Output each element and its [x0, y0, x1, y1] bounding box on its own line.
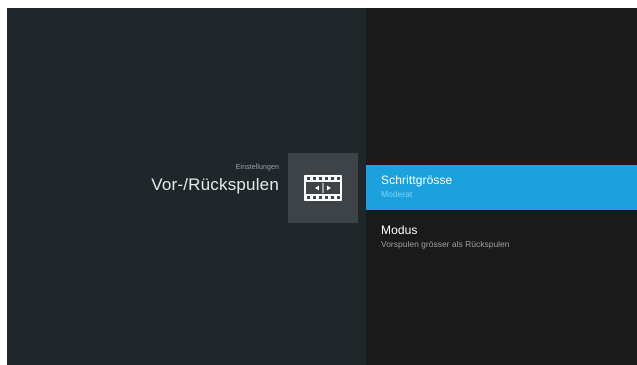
menu-item-value: Vorspulen grösser als Rückspulen [381, 239, 510, 249]
menu-item-value: Moderat [381, 189, 413, 199]
menu-item-title: Schrittgrösse [381, 173, 453, 187]
menu-item-schrittgroesse[interactable]: Schrittgrösse Moderat [366, 165, 637, 210]
tv-settings-screen: Einstellungen Vor-/Rückspulen Schrittgrö… [7, 8, 637, 365]
breadcrumb: Einstellungen [235, 164, 279, 171]
film-seek-icon [288, 153, 358, 223]
header-text: Einstellungen Vor-/Rückspulen [151, 163, 279, 196]
page-title: Vor-/Rückspulen [151, 175, 279, 194]
guidance-panel: Einstellungen Vor-/Rückspulen [7, 8, 366, 365]
menu-item-modus[interactable]: Modus Vorspulen grösser als Rückspulen [366, 216, 637, 256]
settings-list: Schrittgrösse Moderat Modus Vorspulen gr… [366, 8, 637, 365]
menu-item-title: Modus [381, 223, 418, 237]
